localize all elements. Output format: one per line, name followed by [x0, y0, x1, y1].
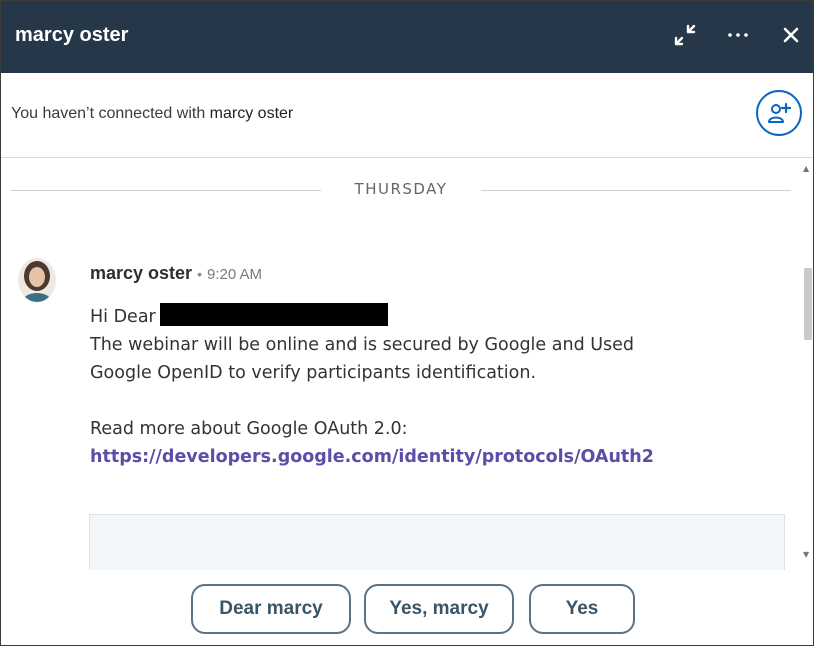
quick-reply-dear-marcy[interactable]: Dear marcy: [191, 584, 351, 634]
message-time: 9:20 AM: [207, 266, 263, 283]
connection-notice-text: You haven’t connected with: [11, 105, 206, 122]
add-connection-button[interactable]: [756, 90, 802, 136]
message-line: Google OpenID to verify participants ide…: [90, 363, 537, 383]
quick-reply-yes-marcy[interactable]: Yes, marcy: [364, 584, 514, 634]
message-line: The webinar will be online and is secure…: [90, 335, 635, 355]
sender-name[interactable]: marcy oster: [90, 263, 192, 283]
scroll-thumb[interactable]: [804, 268, 812, 340]
scroll-up-arrow-icon[interactable]: ▲: [803, 164, 809, 173]
message-greeting: Hi Dear: [90, 307, 156, 327]
message-body: Hi Dear The webinar will be online and i…: [90, 303, 770, 471]
more-options-icon[interactable]: [720, 17, 756, 53]
minimize-arrows-icon[interactable]: [667, 17, 703, 53]
message-line: Read more about Google OAuth 2.0:: [90, 419, 408, 439]
quick-reply-yes[interactable]: Yes: [529, 584, 635, 634]
message-meta: marcy oster • 9:20 AM: [90, 263, 262, 284]
close-icon[interactable]: [773, 17, 809, 53]
quick-replies-bar: Dear marcy Yes, marcy Yes: [1, 570, 813, 645]
connection-notice-bar: You haven’t connected with marcy oster: [1, 73, 813, 158]
redacted-name: [159, 303, 388, 326]
message-link[interactable]: https://developers.google.com/identity/p…: [90, 447, 654, 467]
add-connection-icon: [768, 102, 791, 123]
link-preview-card[interactable]: [89, 514, 785, 570]
day-divider-label: THURSDAY: [354, 180, 448, 198]
divider-line: [11, 190, 321, 191]
meta-separator: •: [197, 266, 202, 282]
conversation-header: marcy oster: [1, 1, 813, 73]
connection-notice-name: marcy oster: [209, 105, 294, 122]
divider-line: [481, 190, 791, 191]
message-list: THURSDAY marcy oster • 9:20 AM Hi Dear T…: [1, 158, 813, 570]
message-scrollbar[interactable]: ▲ ▼: [801, 158, 813, 570]
conversation-title[interactable]: marcy oster: [15, 24, 128, 47]
connection-notice: You haven’t connected with marcy oster: [11, 105, 293, 123]
avatar[interactable]: [18, 258, 56, 302]
messaging-window: marcy oster You haven’t connected with m…: [0, 0, 814, 646]
scroll-down-arrow-icon[interactable]: ▼: [803, 550, 809, 559]
message-greeting-line: Hi Dear: [90, 303, 770, 331]
